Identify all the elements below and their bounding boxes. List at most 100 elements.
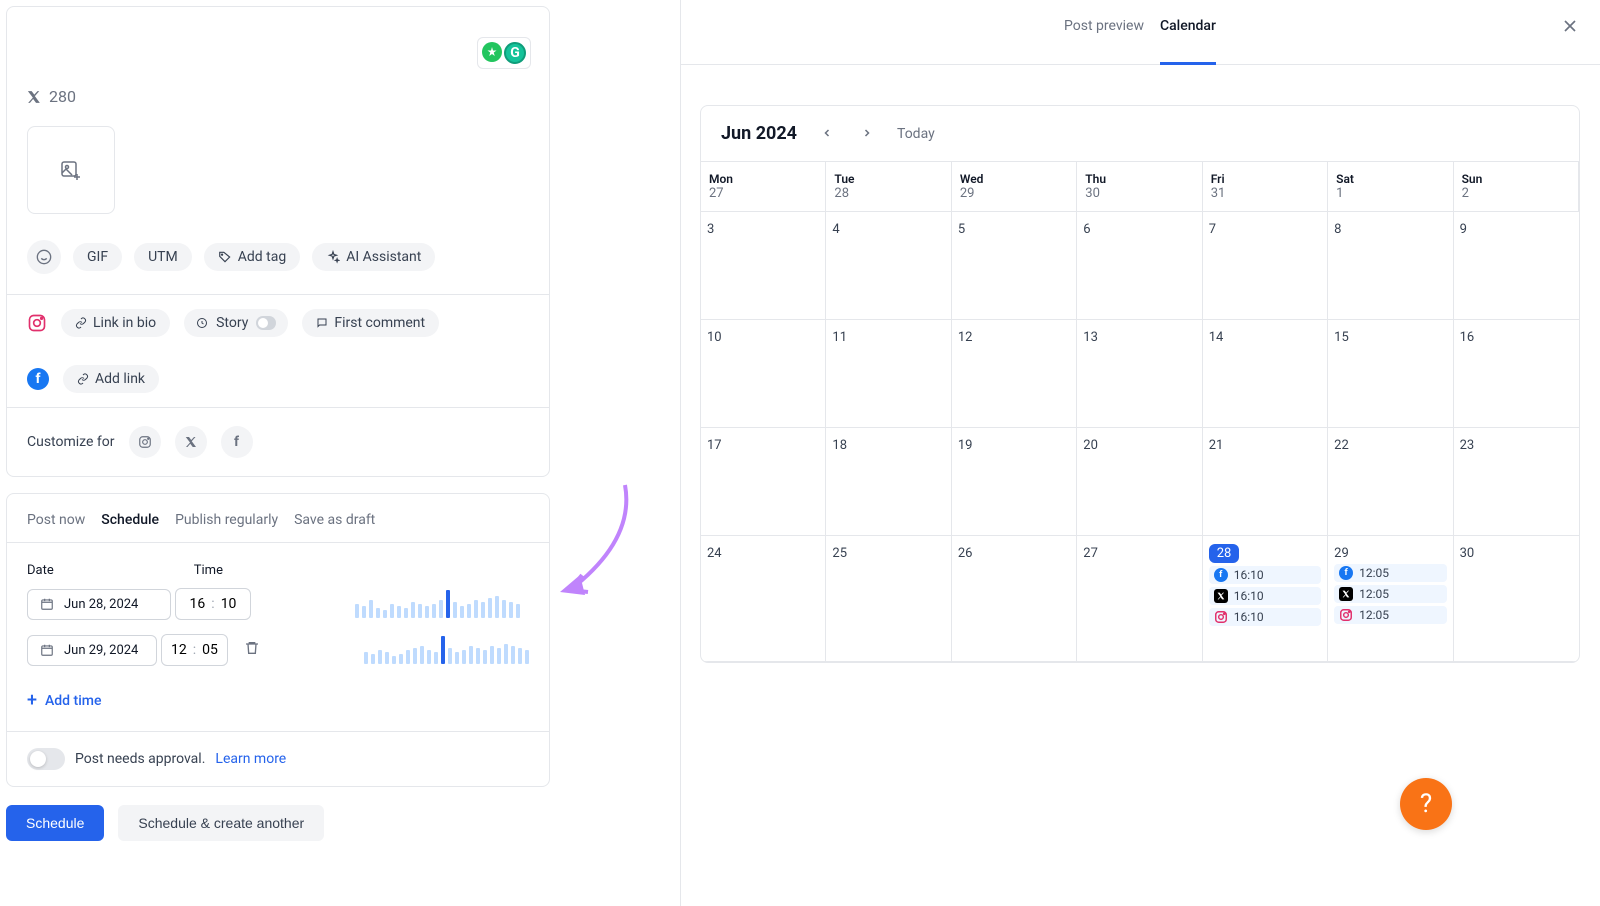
event-chip-x[interactable]: 12:05	[1334, 585, 1446, 603]
day-cell[interactable]: 7	[1203, 212, 1328, 320]
first-comment-button[interactable]: First comment	[302, 309, 439, 337]
next-month-button[interactable]	[857, 120, 877, 147]
day-cell[interactable]: 30	[1454, 536, 1579, 662]
char-count-value: 280	[49, 87, 76, 106]
sparkle-icon	[326, 250, 340, 264]
approval-row: Post needs approval. Learn more	[7, 731, 549, 786]
day-header: Sat1	[1328, 162, 1453, 212]
schedule-button[interactable]: Schedule	[6, 805, 104, 841]
smile-icon	[36, 249, 52, 265]
comment-icon	[316, 317, 328, 329]
day-cell[interactable]: 11	[826, 320, 951, 428]
day-cell[interactable]: 12	[952, 320, 1077, 428]
add-link-button[interactable]: Add link	[63, 365, 159, 393]
link-icon	[77, 373, 89, 385]
day-cell[interactable]: 20	[1077, 428, 1202, 536]
day-cell[interactable]: 6	[1077, 212, 1202, 320]
clock-icon	[196, 317, 208, 329]
day-header: Sun2	[1454, 162, 1579, 212]
chevron-left-icon	[821, 127, 833, 139]
time-activity-chart	[364, 636, 529, 664]
day-cell[interactable]: 18	[826, 428, 951, 536]
day-cell[interactable]: 9	[1454, 212, 1579, 320]
add-time-button[interactable]: + Add time	[27, 690, 101, 711]
day-cell[interactable]: 29f12:0512:0512:05	[1328, 536, 1453, 662]
day-cell[interactable]: 21	[1203, 428, 1328, 536]
learn-more-link[interactable]: Learn more	[215, 751, 286, 767]
gif-button[interactable]: GIF	[73, 243, 122, 271]
editor-badges: G	[477, 37, 531, 69]
day-cell[interactable]: 17	[701, 428, 826, 536]
day-cell[interactable]: 10	[701, 320, 826, 428]
customize-facebook[interactable]: f	[221, 426, 253, 458]
event-chip-ig[interactable]: 16:10	[1209, 608, 1321, 626]
calendar-icon	[40, 597, 54, 611]
close-icon	[1560, 16, 1580, 36]
day-cell[interactable]: 15	[1328, 320, 1453, 428]
image-plus-icon	[59, 158, 83, 182]
compose-card: G 280	[6, 6, 550, 477]
day-cell[interactable]: 22	[1328, 428, 1453, 536]
tab-calendar[interactable]: Calendar	[1160, 18, 1216, 65]
event-chip-x[interactable]: 16:10	[1209, 587, 1321, 605]
facebook-row: f Add link	[7, 351, 549, 407]
schedule-another-button[interactable]: Schedule & create another	[118, 805, 324, 841]
link-in-bio-button[interactable]: Link in bio	[61, 309, 170, 337]
tab-schedule[interactable]: Schedule	[101, 508, 159, 542]
addon-icon[interactable]	[482, 42, 502, 62]
schedule-card: Post now Schedule Publish regularly Save…	[6, 493, 550, 787]
prev-month-button[interactable]	[817, 120, 837, 147]
day-cell[interactable]: 28f16:1016:1016:10	[1203, 536, 1328, 662]
right-tabs: Post preview Calendar	[680, 0, 1600, 65]
x-twitter-icon	[185, 436, 197, 448]
approval-toggle[interactable]	[27, 748, 65, 770]
grammarly-icon[interactable]: G	[504, 42, 526, 64]
add-tag-button[interactable]: Add tag	[204, 243, 300, 271]
day-cell[interactable]: 3	[701, 212, 826, 320]
customize-x[interactable]	[175, 426, 207, 458]
time-input-1[interactable]: 12:05	[161, 634, 228, 666]
tab-post-preview[interactable]: Post preview	[1064, 18, 1144, 50]
day-header: Fri31	[1203, 162, 1328, 212]
tag-icon	[218, 250, 232, 264]
day-cell[interactable]: 24	[701, 536, 826, 662]
event-chip-fb[interactable]: f16:10	[1209, 566, 1321, 584]
time-input-0[interactable]: 16:10	[175, 588, 251, 620]
day-cell[interactable]: 26	[952, 536, 1077, 662]
add-media-button[interactable]	[27, 126, 115, 214]
event-chip-ig[interactable]: 12:05	[1334, 606, 1446, 624]
today-button[interactable]: Today	[897, 126, 935, 142]
day-cell[interactable]: 23	[1454, 428, 1579, 536]
day-cell[interactable]: 27	[1077, 536, 1202, 662]
tab-publish-regularly[interactable]: Publish regularly	[175, 508, 278, 542]
month-label: Jun 2024	[721, 123, 797, 144]
date-label: Date	[27, 563, 54, 578]
day-cell[interactable]: 19	[952, 428, 1077, 536]
customize-instagram[interactable]	[129, 426, 161, 458]
delete-time-button[interactable]	[244, 640, 260, 660]
day-cell[interactable]: 5	[952, 212, 1077, 320]
close-button[interactable]	[1560, 14, 1580, 42]
time-label: Time	[194, 563, 223, 578]
instagram-icon	[27, 313, 47, 333]
day-cell[interactable]: 8	[1328, 212, 1453, 320]
utm-button[interactable]: UTM	[134, 243, 192, 271]
event-chip-fb[interactable]: f12:05	[1334, 564, 1446, 582]
panel-divider	[680, 0, 681, 906]
approval-text: Post needs approval.	[75, 751, 205, 767]
ai-assistant-button[interactable]: AI Assistant	[312, 243, 435, 271]
day-cell[interactable]: 16	[1454, 320, 1579, 428]
day-cell[interactable]: 13	[1077, 320, 1202, 428]
day-cell[interactable]: 25	[826, 536, 951, 662]
story-toggle[interactable]: Story	[184, 309, 288, 337]
day-header: Thu30	[1077, 162, 1202, 212]
tab-post-now[interactable]: Post now	[27, 508, 85, 542]
date-input-0[interactable]: Jun 28, 2024	[27, 589, 171, 620]
emoji-button[interactable]	[27, 240, 61, 274]
day-cell[interactable]: 14	[1203, 320, 1328, 428]
tab-save-as-draft[interactable]: Save as draft	[294, 508, 375, 542]
date-input-1[interactable]: Jun 29, 2024	[27, 635, 157, 666]
facebook-icon: f	[27, 368, 49, 390]
help-button[interactable]: ?	[1400, 778, 1452, 830]
day-cell[interactable]: 4	[826, 212, 951, 320]
